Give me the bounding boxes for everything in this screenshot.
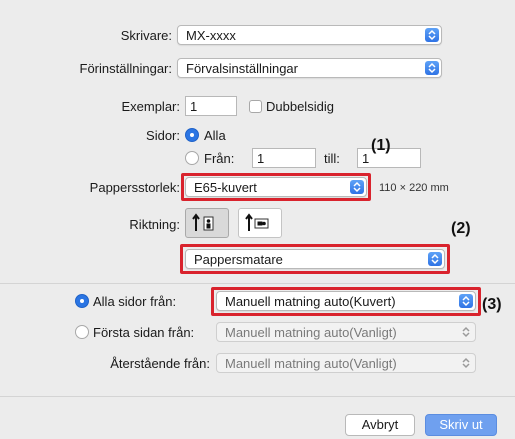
print-button[interactable]: Skriv ut bbox=[425, 414, 497, 436]
chevron-updown-icon bbox=[459, 325, 473, 339]
print-dialog: Skrivare: MX-xxxx Förinställningar: Förv… bbox=[0, 0, 515, 439]
portrait-orientation-button[interactable] bbox=[185, 208, 229, 238]
remaining-from-select[interactable]: Manuell matning auto(Vanligt) bbox=[216, 353, 476, 373]
first-page-from-radio[interactable] bbox=[75, 325, 89, 339]
footer-divider bbox=[0, 396, 515, 397]
pages-label: Sidor: bbox=[146, 128, 180, 143]
callout-3: (3) bbox=[482, 296, 502, 313]
paper-size-select[interactable]: E65-kuvert bbox=[185, 177, 367, 197]
chevron-updown-icon bbox=[459, 356, 473, 370]
landscape-icon bbox=[245, 213, 269, 231]
chevron-updown-icon bbox=[425, 28, 439, 42]
cancel-button[interactable]: Avbryt bbox=[345, 414, 415, 436]
first-page-from-label: Första sidan från: bbox=[93, 325, 195, 340]
pages-from-label: Från: bbox=[204, 151, 235, 166]
duplex-label: Dubbelsidig bbox=[266, 99, 334, 114]
presets-value: Förvalsinställningar bbox=[186, 61, 298, 76]
chevron-updown-icon bbox=[428, 252, 442, 266]
presets-select[interactable]: Förvalsinställningar bbox=[177, 58, 442, 78]
pages-from-input[interactable]: 1 bbox=[252, 148, 316, 168]
section-value: Pappersmatare bbox=[194, 252, 283, 267]
portrait-icon bbox=[192, 213, 214, 231]
copies-label: Exemplar: bbox=[121, 99, 180, 114]
chevron-updown-icon bbox=[459, 294, 473, 308]
paper-size-label: Pappersstorlek: bbox=[89, 180, 180, 195]
remaining-from-value: Manuell matning auto(Vanligt) bbox=[225, 356, 397, 371]
first-page-from-select[interactable]: Manuell matning auto(Vanligt) bbox=[216, 322, 476, 342]
first-page-from-value: Manuell matning auto(Vanligt) bbox=[225, 325, 397, 340]
pages-to-label: till: bbox=[324, 151, 340, 166]
callout-1: (1) bbox=[371, 137, 391, 154]
all-pages-from-label: Alla sidor från: bbox=[93, 294, 177, 309]
pages-all-label: Alla bbox=[204, 128, 226, 143]
printer-select[interactable]: MX-xxxx bbox=[177, 25, 442, 45]
all-pages-from-radio[interactable] bbox=[75, 294, 89, 308]
pages-to-value: 1 bbox=[362, 151, 370, 166]
orientation-label: Riktning: bbox=[129, 217, 180, 232]
duplex-checkbox[interactable] bbox=[249, 100, 262, 113]
pages-from-value: 1 bbox=[257, 151, 265, 166]
pages-all-radio[interactable] bbox=[185, 128, 199, 142]
chevron-updown-icon bbox=[350, 180, 364, 194]
printer-label: Skrivare: bbox=[120, 28, 172, 43]
all-pages-from-value: Manuell matning auto(Kuvert) bbox=[225, 294, 396, 309]
paper-dimensions: 110 × 220 mm bbox=[379, 182, 449, 194]
section-select[interactable]: Pappersmatare bbox=[185, 249, 445, 269]
presets-label: Förinställningar: bbox=[79, 61, 173, 76]
copies-value: 1 bbox=[190, 99, 198, 114]
printer-value: MX-xxxx bbox=[186, 28, 236, 43]
chevron-updown-icon bbox=[425, 61, 439, 75]
callout-2: (2) bbox=[451, 220, 471, 237]
remaining-from-label: Återstående från: bbox=[110, 356, 210, 371]
pages-range-radio[interactable] bbox=[185, 151, 199, 165]
copies-input[interactable]: 1 bbox=[185, 96, 237, 116]
paper-size-value: E65-kuvert bbox=[194, 180, 257, 195]
all-pages-from-select[interactable]: Manuell matning auto(Kuvert) bbox=[216, 291, 476, 311]
section-divider bbox=[0, 283, 515, 284]
landscape-orientation-button[interactable] bbox=[238, 208, 282, 238]
